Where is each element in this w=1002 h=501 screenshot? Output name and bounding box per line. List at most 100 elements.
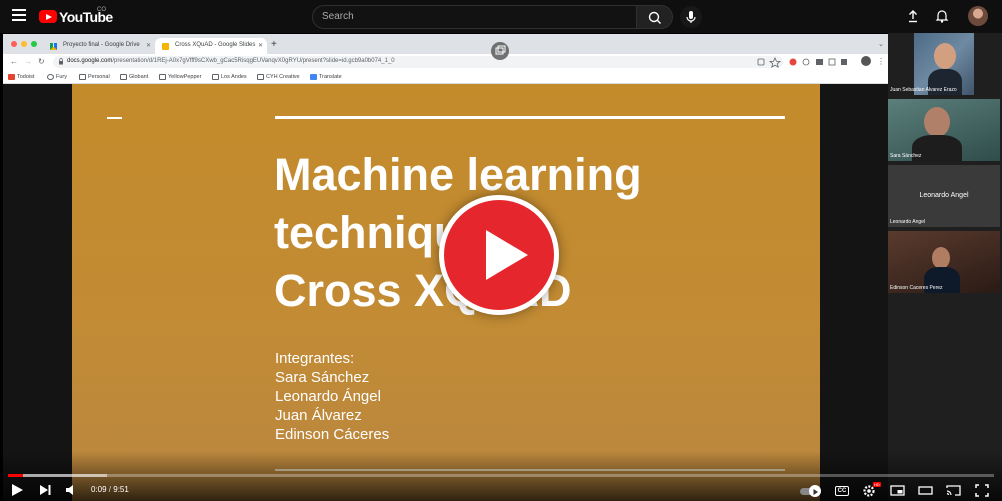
minimize-window-icon	[21, 41, 27, 47]
folder-icon	[257, 74, 264, 80]
browser-menu-icon[interactable]: ⋮	[877, 57, 885, 66]
lock-icon	[59, 58, 63, 65]
zoom-window-icon	[31, 41, 37, 47]
forward-arrow-icon[interactable]: →	[24, 57, 32, 66]
translate-icon	[310, 74, 317, 80]
volume-icon[interactable]	[65, 484, 79, 496]
participant-face	[932, 247, 950, 269]
search-button[interactable]	[636, 5, 673, 29]
fullscreen-icon[interactable]	[975, 484, 989, 497]
participant-tile	[914, 33, 974, 95]
progress-bar[interactable]	[8, 474, 994, 477]
bookmark-todoist[interactable]: Todoist	[8, 74, 34, 80]
play-icon[interactable]	[10, 483, 24, 497]
drive-favicon-icon	[50, 43, 57, 50]
bell-icon	[935, 10, 949, 23]
participant-name: Edinson Caceres Perez	[890, 285, 943, 291]
member-name: Edinson Cáceres	[275, 426, 390, 443]
youtube-header: YouTube CO Search	[0, 0, 1002, 33]
slide-members-list: Integrantes: Sara Sánchez Leonardo Ángel…	[275, 349, 389, 444]
browser-toolbar: ← → ↻ docs.google.com/presentation/d/1RE…	[3, 54, 888, 70]
member-name: Juan Álvarez	[275, 407, 362, 424]
subtitles-button[interactable]: CC	[835, 486, 849, 496]
screen-share-badge[interactable]	[491, 42, 509, 60]
search-placeholder: Search	[322, 11, 354, 22]
cast-icon[interactable]	[946, 484, 961, 497]
browser-tab-title: Proyecto final - Google Drive	[63, 42, 140, 48]
url-path: /presentation/d/1REj-A0x7gVfff9sCXwb_gCa…	[112, 58, 395, 64]
profile-avatar-icon[interactable]	[861, 56, 871, 66]
browser-extension-icons[interactable]	[755, 54, 855, 70]
large-play-button[interactable]	[439, 195, 559, 315]
presentation-slide: Machine learning techniques Cross XQuAD …	[72, 84, 820, 501]
folder-icon	[120, 74, 127, 80]
progress-buffered	[8, 474, 107, 477]
participant-tile: Sara Sánchez	[888, 99, 1000, 161]
bookmark-label: Todoist	[17, 74, 35, 80]
folder-icon	[79, 74, 86, 80]
hd-badge: HD	[873, 482, 881, 487]
bookmark-cyh-creative[interactable]: CYH Creative	[257, 74, 300, 80]
notifications-button[interactable]	[935, 8, 949, 23]
duration: 9:51	[113, 485, 129, 494]
bookmark-translate[interactable]: Translate	[310, 74, 342, 80]
participant-name: Sara Sánchez	[890, 153, 922, 159]
close-tab-icon[interactable]: ✕	[146, 42, 151, 49]
current-time: 0:09	[91, 485, 107, 494]
tab-search-chevron-icon[interactable]: ⌄	[878, 40, 884, 48]
youtube-logo-icon[interactable]	[39, 10, 57, 23]
bookmark-label: Los Andes	[221, 74, 247, 80]
create-button[interactable]	[906, 9, 920, 23]
upload-icon	[909, 10, 917, 23]
menu-icon[interactable]	[12, 9, 26, 21]
bookmark-label: Translate	[319, 74, 342, 80]
participant-tile: Leonardo Angel Leonardo Angel	[888, 165, 1000, 227]
browser-tab-slides[interactable]: Cross XQuAD - Google Slides ✕	[155, 38, 267, 54]
folder-icon	[212, 74, 219, 80]
slides-favicon-icon	[162, 43, 169, 50]
browser-tab-drive[interactable]: Proyecto final - Google Drive ✕	[43, 38, 155, 54]
participant-face	[924, 107, 950, 137]
todoist-icon	[8, 74, 15, 80]
reload-icon[interactable]: ↻	[38, 57, 45, 66]
bookmark-label: Fury	[56, 74, 67, 80]
miniplayer-icon[interactable]	[890, 485, 905, 496]
bookmark-personal[interactable]: Personal	[79, 74, 110, 80]
back-arrow-icon[interactable]: ←	[10, 57, 18, 66]
search-icon	[648, 11, 661, 24]
new-tab-icon[interactable]: +	[271, 39, 277, 50]
country-code: CO	[97, 7, 106, 13]
bookmark-los-andes[interactable]: Los Andes	[212, 74, 247, 80]
play-small-icon	[813, 489, 818, 495]
slide-top-rule	[275, 116, 785, 119]
video-player[interactable]: Proyecto final - Google Drive ✕ Cross XQ…	[0, 33, 1002, 501]
bookmark-label: CYH Creative	[266, 74, 300, 80]
slide-accent-line	[107, 117, 122, 119]
time-display: 0:09 / 9:51	[91, 485, 129, 494]
account-avatar[interactable]	[968, 6, 988, 26]
bookmark-fury[interactable]: Fury	[47, 74, 67, 80]
voice-search-button[interactable]	[680, 6, 702, 28]
bookmark-yellowpepper[interactable]: YellowPepper	[159, 74, 201, 80]
bookmark-label: YellowPepper	[168, 74, 202, 80]
member-name: Sara Sánchez	[275, 369, 370, 386]
participant-tile: Edinson Caceres Perez	[888, 231, 1000, 293]
close-window-icon	[11, 41, 17, 47]
browser-tab-title: Cross XQuAD - Google Slides	[175, 42, 256, 48]
theater-mode-icon[interactable]	[918, 485, 933, 496]
bookmarks-bar: Todoist Fury Personal Globant YellowPepp…	[3, 70, 888, 84]
autoplay-toggle-knob[interactable]	[809, 485, 821, 497]
recorded-browser-window: Proyecto final - Google Drive ✕ Cross XQ…	[3, 34, 888, 84]
close-tab-icon[interactable]: ✕	[258, 42, 263, 49]
participant-face	[934, 43, 956, 69]
member-name: Leonardo Ángel	[275, 388, 381, 405]
google-g-icon	[47, 74, 54, 80]
bookmark-label: Personal	[88, 74, 110, 80]
participants-panel: Juan Sebastian Alvarez Erazo Sara Sánche…	[888, 33, 1002, 501]
progress-played	[8, 474, 23, 477]
search-input[interactable]	[312, 5, 637, 29]
participant-center-label: Leonardo Angel	[919, 192, 969, 199]
bookmark-globant[interactable]: Globant	[120, 74, 148, 80]
next-video-icon[interactable]	[38, 483, 52, 497]
microphone-icon	[686, 11, 696, 23]
